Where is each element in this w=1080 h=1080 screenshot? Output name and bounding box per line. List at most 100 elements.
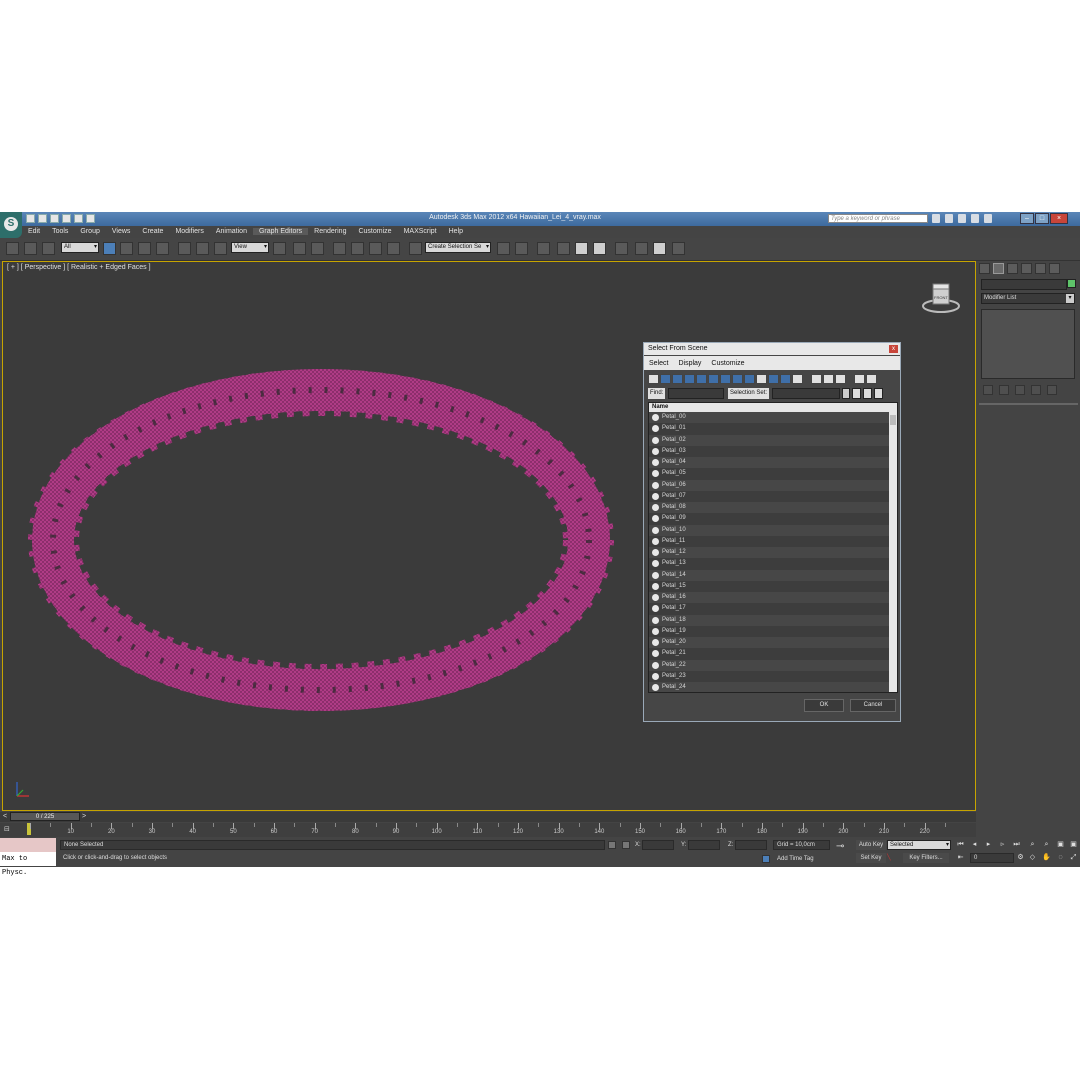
- display-geometry-icon[interactable]: [648, 374, 659, 384]
- subscription-icon[interactable]: [945, 214, 953, 223]
- select-and-rotate-icon[interactable]: [196, 242, 209, 255]
- list-item[interactable]: Petal_00: [649, 412, 897, 424]
- list-item[interactable]: Petal_24: [649, 682, 897, 692]
- dialog-menu-customize[interactable]: Customize: [706, 360, 749, 367]
- zoom-all-icon[interactable]: ⌕: [1042, 840, 1051, 849]
- list-item[interactable]: Petal_19: [649, 625, 897, 637]
- maxscript-listener-top[interactable]: [0, 838, 56, 852]
- menu-create[interactable]: Create: [136, 228, 169, 235]
- display-frozen-icon[interactable]: [768, 374, 779, 384]
- zoom-extents-icon[interactable]: ▣: [1056, 840, 1065, 849]
- render-production-icon[interactable]: [672, 242, 685, 255]
- graphite-ribbon-icon[interactable]: [557, 242, 570, 255]
- menu-animation[interactable]: Animation: [210, 228, 253, 235]
- display-all-icon[interactable]: [792, 374, 803, 384]
- list-item[interactable]: Petal_21: [649, 648, 897, 660]
- mirror-icon[interactable]: [497, 242, 510, 255]
- list-item[interactable]: Petal_06: [649, 479, 897, 491]
- communication-icon[interactable]: [958, 214, 966, 223]
- schematic-view-icon[interactable]: [593, 242, 606, 255]
- percent-snap-icon[interactable]: [369, 242, 382, 255]
- redo-icon[interactable]: [74, 214, 83, 223]
- object-color-swatch[interactable]: [1067, 279, 1076, 288]
- dialog-menu-select[interactable]: Select: [644, 360, 673, 367]
- menu-customize[interactable]: Customize: [352, 228, 397, 235]
- display-containers-icon[interactable]: [756, 374, 767, 384]
- x-coordinate-field[interactable]: [642, 840, 674, 850]
- time-slider[interactable]: < 0 / 225 >: [0, 812, 976, 822]
- list-item[interactable]: Petal_22: [649, 659, 897, 671]
- angle-snap-icon[interactable]: [351, 242, 364, 255]
- list-item[interactable]: Petal_14: [649, 569, 897, 581]
- ok-button[interactable]: OK: [804, 699, 844, 712]
- orbit-icon[interactable]: ◌: [1056, 853, 1065, 862]
- snaps-toggle-icon[interactable]: [333, 242, 346, 255]
- list-item[interactable]: Petal_18: [649, 614, 897, 626]
- time-slider-thumb[interactable]: 0 / 225: [10, 812, 80, 821]
- list-item[interactable]: Petal_15: [649, 580, 897, 592]
- mini-curve-editor-icon[interactable]: ⊟: [4, 825, 18, 835]
- track-bar[interactable]: ⊟ 10 20 30 40 50 60 70 80 90 100 110 120 130 140 150 16…: [0, 823, 976, 837]
- display-tab-icon[interactable]: [1035, 263, 1046, 274]
- modify-tab-icon[interactable]: [993, 263, 1004, 274]
- y-coordinate-field[interactable]: [688, 840, 720, 850]
- zoom-extents-all-icon[interactable]: ▣: [1069, 840, 1078, 849]
- create-selection-set-icon[interactable]: [852, 388, 861, 399]
- menu-graph-editors[interactable]: Graph Editors: [252, 228, 309, 235]
- display-bones-icon[interactable]: [744, 374, 755, 384]
- align-icon[interactable]: [515, 242, 528, 255]
- menu-rendering[interactable]: Rendering: [308, 228, 352, 235]
- rectangular-selection-icon[interactable]: [138, 242, 151, 255]
- key-filters-button[interactable]: Key Filters...: [903, 853, 949, 863]
- set-key-mode-icon[interactable]: ⊸: [836, 842, 844, 852]
- new-file-icon[interactable]: [26, 214, 35, 223]
- go-to-start-icon[interactable]: ⏮: [956, 840, 965, 849]
- remove-from-selection-set-icon[interactable]: [874, 388, 883, 399]
- list-item[interactable]: Petal_10: [649, 524, 897, 536]
- display-xrefs-icon[interactable]: [732, 374, 743, 384]
- reference-coordinate-dropdown[interactable]: View: [231, 242, 269, 253]
- select-object-icon[interactable]: [103, 242, 116, 255]
- unlink-icon[interactable]: [24, 242, 37, 255]
- bind-space-warp-icon[interactable]: [42, 242, 55, 255]
- auto-key-button[interactable]: Auto Key: [856, 840, 886, 850]
- select-all-icon[interactable]: [811, 374, 822, 384]
- menu-group[interactable]: Group: [74, 228, 105, 235]
- pan-view-icon[interactable]: ✋: [1042, 853, 1051, 862]
- maximize-viewport-icon[interactable]: ⤢: [1069, 853, 1078, 862]
- time-slider-next-button[interactable]: >: [80, 813, 88, 821]
- help-icon[interactable]: [984, 214, 992, 223]
- list-scrollbar[interactable]: [889, 403, 897, 692]
- modifier-list-dropdown[interactable]: Modifier List: [981, 293, 1075, 304]
- previous-frame-icon[interactable]: ◂: [970, 840, 979, 849]
- selection-lock-icon[interactable]: [608, 841, 616, 849]
- rendered-frame-window-icon[interactable]: [653, 242, 666, 255]
- menu-views[interactable]: Views: [106, 228, 137, 235]
- menu-modifiers[interactable]: Modifiers: [169, 228, 209, 235]
- motion-tab-icon[interactable]: [1021, 263, 1032, 274]
- selection-filter-dropdown[interactable]: All: [61, 242, 99, 253]
- set-key-button[interactable]: Set Key: [856, 853, 886, 863]
- dialog-close-button[interactable]: x: [889, 345, 898, 353]
- utilities-tab-icon[interactable]: [1049, 263, 1060, 274]
- display-hidden-icon[interactable]: [780, 374, 791, 384]
- play-icon[interactable]: ▸: [984, 840, 993, 849]
- time-configuration-icon[interactable]: ⚙: [1016, 853, 1025, 862]
- minimize-button[interactable]: –: [1020, 213, 1034, 224]
- absolute-mode-icon[interactable]: [622, 841, 630, 849]
- select-by-name-icon[interactable]: [120, 242, 133, 255]
- list-item[interactable]: Petal_13: [649, 558, 897, 570]
- list-item[interactable]: Petal_20: [649, 637, 897, 649]
- display-cameras-icon[interactable]: [684, 374, 695, 384]
- hierarchy-tab-icon[interactable]: [1007, 263, 1018, 274]
- list-item[interactable]: Petal_12: [649, 547, 897, 559]
- time-slider-prev-button[interactable]: <: [1, 813, 9, 821]
- material-editor-icon[interactable]: [615, 242, 628, 255]
- object-name-field[interactable]: [981, 279, 1067, 290]
- selection-set-dropdown[interactable]: [772, 388, 840, 399]
- menu-maxscript[interactable]: MAXScript: [398, 228, 443, 235]
- display-space-warps-icon[interactable]: [708, 374, 719, 384]
- key-mode-toggle-icon[interactable]: ⇤: [956, 853, 965, 862]
- select-none-icon[interactable]: [823, 374, 834, 384]
- object-list[interactable]: Name Petal_00 Petal_01 Petal_02 Petal_03 Pet…: [648, 402, 898, 693]
